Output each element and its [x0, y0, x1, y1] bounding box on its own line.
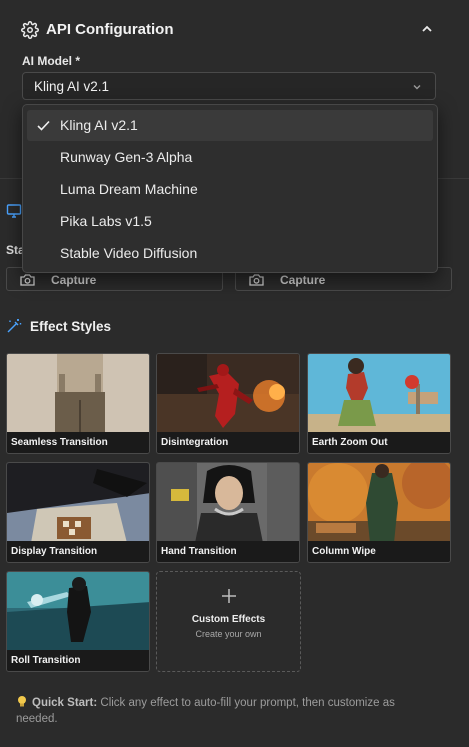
custom-effects-title: Custom Effects	[191, 614, 266, 625]
effect-thumbnail	[308, 354, 450, 434]
chevron-up-icon[interactable]	[420, 22, 434, 36]
effect-tile-seamless-transition[interactable]: Seamless Transition	[6, 353, 150, 454]
effect-tile-label: Display Transition	[7, 541, 149, 562]
custom-effects-subtitle: Create your own	[195, 629, 262, 639]
model-option[interactable]: Runway Gen-3 Alpha	[27, 142, 433, 173]
quick-start-tip: Quick Start: Click any effect to auto-fi…	[16, 695, 436, 727]
capture-label: Capture	[51, 273, 97, 287]
model-option-label: Stable Video Diffusion	[60, 245, 198, 261]
effect-tile-hand-transition[interactable]: Hand Transition	[156, 462, 300, 563]
effect-tile-disintegration[interactable]: Disintegration	[156, 353, 300, 454]
gear-icon	[21, 21, 39, 39]
model-option[interactable]: Stable Video Diffusion	[27, 238, 433, 269]
effect-tile-label: Roll Transition	[7, 650, 149, 671]
effect-thumbnail	[7, 463, 149, 543]
lightbulb-icon	[18, 696, 26, 707]
effect-tile-roll-transition[interactable]: Roll Transition	[6, 571, 150, 672]
model-option-label: Luma Dream Machine	[60, 181, 198, 197]
api-config-panel: API Configuration AI Model * Kling AI v2…	[0, 0, 469, 747]
camera-icon	[249, 274, 264, 286]
capture-label: Capture	[280, 273, 326, 287]
model-option[interactable]: Kling AI v2.1	[27, 110, 433, 141]
model-option[interactable]: Pika Labs v1.5	[27, 206, 433, 237]
effect-tile-label: Column Wipe	[308, 541, 450, 562]
model-label: AI Model *	[22, 54, 81, 68]
effect-tile-display-transition[interactable]: Display Transition	[6, 462, 150, 563]
monitor-icon	[6, 204, 22, 218]
effect-tile-label: Seamless Transition	[7, 432, 149, 453]
camera-icon	[20, 274, 35, 286]
panel-title: API Configuration	[46, 21, 174, 38]
effect-tile-earth-zoom-out[interactable]: Earth Zoom Out	[307, 353, 451, 454]
effect-thumbnail	[157, 354, 299, 434]
model-option-label: Runway Gen-3 Alpha	[60, 149, 193, 165]
effect-tile-label: Hand Transition	[157, 541, 299, 562]
chevron-down-icon	[413, 85, 421, 90]
model-option-label: Pika Labs v1.5	[60, 213, 152, 229]
effect-thumbnail	[308, 463, 450, 543]
check-icon	[37, 120, 50, 131]
model-option[interactable]: Luma Dream Machine	[27, 174, 433, 205]
effect-thumbnail	[7, 354, 149, 434]
magic-wand-icon	[7, 319, 22, 333]
model-select[interactable]: Kling AI v2.1	[22, 72, 436, 100]
effect-tile-column-wipe[interactable]: Column Wipe	[307, 462, 451, 563]
plus-icon	[222, 589, 236, 603]
effect-tile-label: Earth Zoom Out	[308, 432, 450, 453]
quick-start-label: Quick Start:	[32, 697, 98, 709]
panel-header[interactable]: API Configuration	[0, 0, 469, 58]
model-option-label: Kling AI v2.1	[60, 117, 138, 133]
model-dropdown-menu: Kling AI v2.1 Runway Gen-3 Alpha Luma Dr…	[22, 104, 438, 273]
effect-thumbnail	[7, 572, 149, 652]
custom-effects-card[interactable]: Custom Effects Create your own	[156, 571, 301, 672]
effect-thumbnail	[157, 463, 299, 543]
effect-styles-title: Effect Styles	[30, 319, 112, 334]
model-select-value: Kling AI v2.1	[34, 79, 110, 94]
effect-tile-label: Disintegration	[157, 432, 299, 453]
